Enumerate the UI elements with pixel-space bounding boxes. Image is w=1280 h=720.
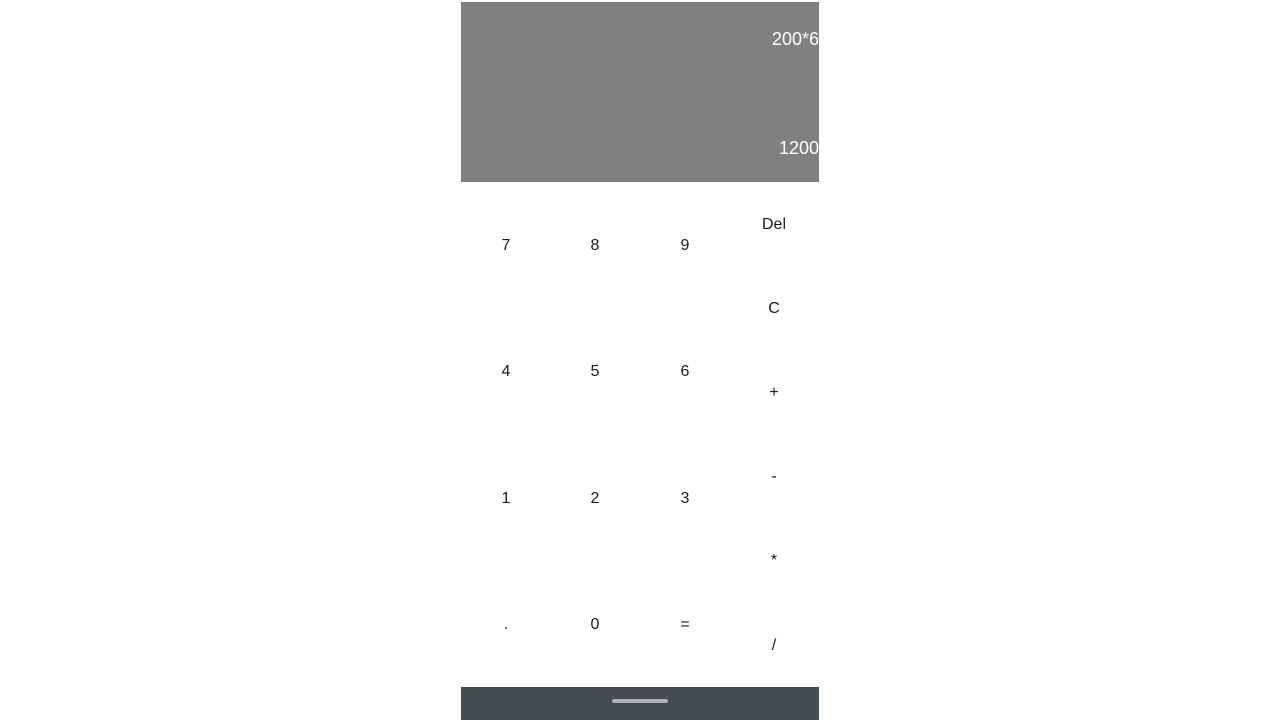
key-clear[interactable]: C (729, 289, 819, 329)
calculator-display: 200*6 1200 (461, 2, 819, 182)
key-2[interactable]: 2 (550, 479, 640, 519)
key-equals[interactable]: = (640, 605, 730, 645)
key-0[interactable]: 0 (550, 605, 640, 645)
key-1[interactable]: 1 (461, 479, 551, 519)
key-minus[interactable]: - (729, 457, 819, 497)
key-4[interactable]: 4 (461, 352, 551, 392)
key-divide[interactable]: / (729, 626, 819, 666)
key-multiply[interactable]: * (729, 541, 819, 581)
key-9[interactable]: 9 (640, 226, 730, 266)
key-5[interactable]: 5 (550, 352, 640, 392)
key-8[interactable]: 8 (550, 226, 640, 266)
home-handle-icon[interactable] (612, 699, 668, 703)
key-delete[interactable]: Del (729, 205, 819, 245)
navigation-bar (461, 687, 819, 720)
key-3[interactable]: 3 (640, 479, 730, 519)
calculator-app: 200*6 1200 7 8 9 4 5 6 1 2 3 . 0 = Del C… (461, 2, 819, 720)
key-7[interactable]: 7 (461, 226, 551, 266)
expression-text: 200*6 (771, 29, 819, 49)
key-plus[interactable]: + (729, 373, 819, 413)
result-text: 1200 (778, 138, 819, 158)
key-decimal[interactable]: . (461, 605, 551, 645)
key-6[interactable]: 6 (640, 352, 730, 392)
